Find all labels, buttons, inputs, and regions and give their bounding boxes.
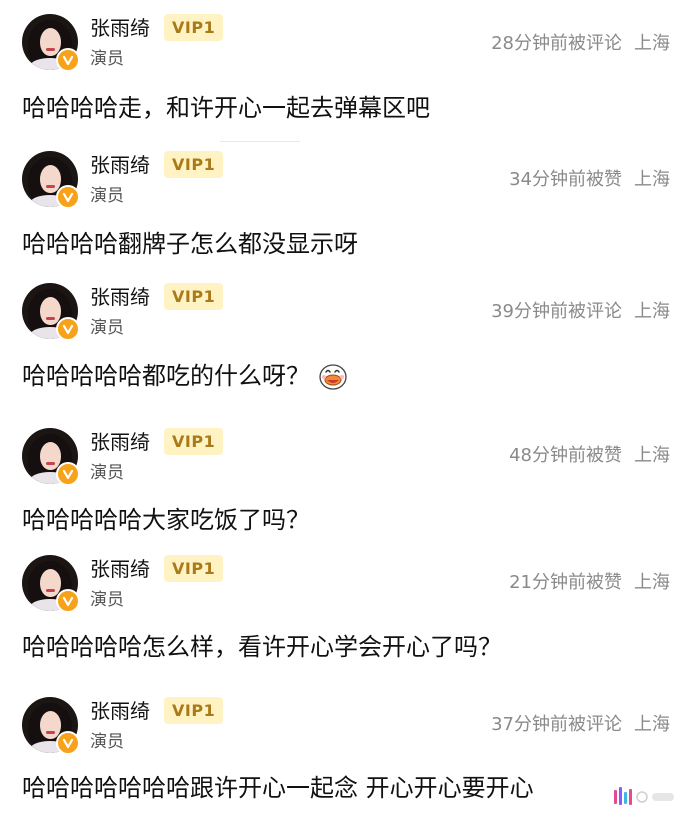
comment-meta: 37分钟前被评论 上海 <box>491 713 670 737</box>
timestamp: 39分钟前被评论 <box>491 301 622 322</box>
v-badge-icon <box>56 731 80 755</box>
user-name[interactable]: 张雨绮 <box>90 429 150 455</box>
user-role: 演员 <box>90 463 124 483</box>
comment-text-body: 哈哈哈哈哈怎么样，看许开心学会开心了吗？ <box>22 633 502 661</box>
v-badge-icon <box>56 185 80 209</box>
comment-text[interactable]: 哈哈哈哈走，和许开心一起去弹幕区吧 <box>22 92 430 124</box>
user-name[interactable]: 张雨绮 <box>90 284 150 310</box>
vip-badge: VIP1 <box>164 151 224 178</box>
comment-feed: 张雨绮 VIP1 演员 28分钟前被评论 上海 哈哈哈哈走，和许开心一起去弹幕区吧… <box>0 0 690 815</box>
location: 上海 <box>634 33 670 54</box>
avatar[interactable] <box>22 151 80 209</box>
comment-meta: 28分钟前被评论 上海 <box>491 32 670 56</box>
location: 上海 <box>634 445 670 466</box>
user-role: 演员 <box>90 732 124 752</box>
user-name[interactable]: 张雨绮 <box>90 556 150 582</box>
user-name[interactable]: 张雨绮 <box>90 15 150 41</box>
comment-text[interactable]: 哈哈哈哈哈大家吃饭了吗？ <box>22 504 310 536</box>
vip-badge: VIP1 <box>164 14 224 41</box>
timestamp: 37分钟前被评论 <box>491 714 622 735</box>
user-role: 演员 <box>90 590 124 610</box>
sparkle-watermark-icon <box>612 783 682 811</box>
comment-meta: 21分钟前被赞 上海 <box>509 571 670 595</box>
location: 上海 <box>634 301 670 322</box>
avatar[interactable] <box>22 283 80 341</box>
comment-text-body: 哈哈哈哈哈哈哈跟许开心一起念 开心开心要开心 <box>22 774 534 802</box>
divider <box>220 141 300 142</box>
comment-text-body: 哈哈哈哈走，和许开心一起去弹幕区吧 <box>22 94 430 122</box>
location: 上海 <box>634 572 670 593</box>
user-role: 演员 <box>90 186 124 206</box>
comment-text-body: 哈哈哈哈哈大家吃饭了吗？ <box>22 506 310 534</box>
comment-meta: 34分钟前被赞 上海 <box>509 168 670 192</box>
v-badge-icon <box>56 317 80 341</box>
comment-text-body: 哈哈哈哈哈都吃的什么呀？ <box>22 362 310 390</box>
user-name[interactable]: 张雨绮 <box>90 152 150 178</box>
comment-meta: 39分钟前被评论 上海 <box>491 300 670 324</box>
comment-meta: 48分钟前被赞 上海 <box>509 444 670 468</box>
laughing-duck-emoji-icon <box>318 361 348 391</box>
comment-text[interactable]: 哈哈哈哈哈都吃的什么呀？ <box>22 360 348 392</box>
v-badge-icon <box>56 48 80 72</box>
vip-badge: VIP1 <box>164 428 224 455</box>
user-name[interactable]: 张雨绮 <box>90 698 150 724</box>
vip-badge: VIP1 <box>164 555 224 582</box>
location: 上海 <box>634 714 670 735</box>
vip-badge: VIP1 <box>164 697 224 724</box>
avatar[interactable] <box>22 555 80 613</box>
location: 上海 <box>634 169 670 190</box>
comment-text[interactable]: 哈哈哈哈哈哈哈跟许开心一起念 开心开心要开心 <box>22 772 534 804</box>
timestamp: 21分钟前被赞 <box>509 572 622 593</box>
timestamp: 48分钟前被赞 <box>509 445 622 466</box>
timestamp: 34分钟前被赞 <box>509 169 622 190</box>
comment-text[interactable]: 哈哈哈哈翻牌子怎么都没显示呀 <box>22 228 358 260</box>
timestamp: 28分钟前被评论 <box>491 33 622 54</box>
v-badge-icon <box>56 462 80 486</box>
avatar[interactable] <box>22 697 80 755</box>
vip-badge: VIP1 <box>164 283 224 310</box>
user-role: 演员 <box>90 318 124 338</box>
v-badge-icon <box>56 589 80 613</box>
user-role: 演员 <box>90 49 124 69</box>
comment-text[interactable]: 哈哈哈哈哈怎么样，看许开心学会开心了吗？ <box>22 631 502 663</box>
comment-text-body: 哈哈哈哈翻牌子怎么都没显示呀 <box>22 230 358 258</box>
avatar[interactable] <box>22 428 80 486</box>
avatar[interactable] <box>22 14 80 72</box>
